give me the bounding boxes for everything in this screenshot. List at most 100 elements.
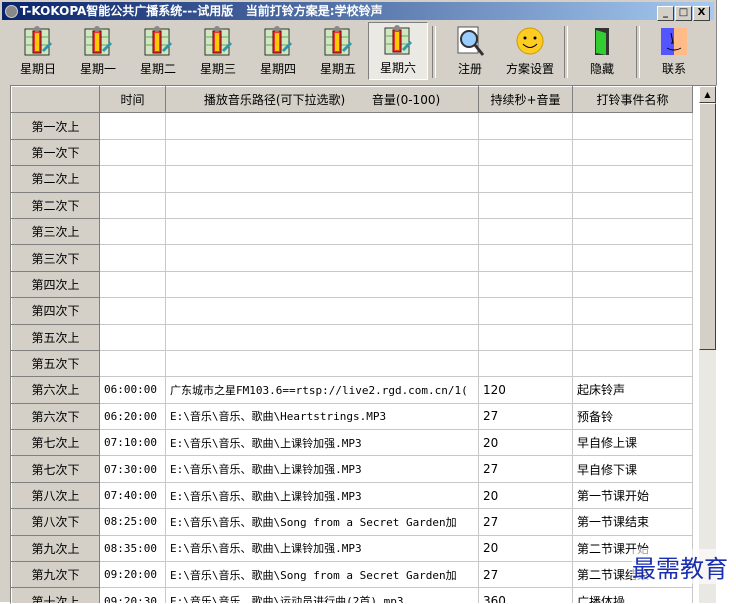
time-cell[interactable] [99, 112, 166, 140]
volume-cell[interactable]: 20 [478, 534, 573, 563]
time-cell[interactable]: 08:35:00 [99, 534, 166, 563]
volume-cell[interactable]: 27 [478, 402, 573, 431]
event-name-cell[interactable] [572, 244, 693, 272]
volume-cell[interactable] [478, 112, 573, 140]
toolbar-button-9[interactable]: 隐藏 [572, 22, 632, 80]
time-cell[interactable]: 06:20:00 [99, 402, 166, 431]
time-cell[interactable]: 06:00:00 [99, 376, 166, 404]
toolbar-button-4[interactable]: 星期四 [248, 22, 308, 80]
toolbar-button-label: 星期四 [259, 62, 296, 76]
scroll-up-button[interactable]: ▲ [699, 86, 716, 103]
volume-cell[interactable]: 27 [478, 455, 573, 483]
path-cell[interactable]: E:\音乐\音乐、歌曲\Heartstrings.MP3 [165, 402, 479, 431]
event-name-cell[interactable]: 早自修上课 [572, 429, 693, 457]
path-cell[interactable] [165, 270, 479, 299]
event-name-cell[interactable] [572, 270, 693, 299]
volume-cell[interactable] [478, 191, 573, 219]
time-cell[interactable]: 08:25:00 [99, 508, 166, 536]
event-name-cell[interactable] [572, 323, 693, 351]
column-header[interactable] [11, 86, 100, 114]
path-cell[interactable] [165, 165, 479, 193]
path-cell[interactable] [165, 138, 479, 167]
toolbar-separator [432, 26, 436, 78]
time-cell[interactable]: 07:40:00 [99, 481, 166, 510]
event-name-cell[interactable] [572, 217, 693, 246]
event-name-cell[interactable]: 起床铃声 [572, 376, 693, 404]
event-name-cell[interactable] [572, 349, 693, 378]
volume-cell[interactable] [478, 323, 573, 351]
time-cell[interactable] [99, 217, 166, 246]
event-name-cell[interactable] [572, 165, 693, 193]
path-cell[interactable]: E:\音乐\音乐、歌曲\上课铃加强.MP3 [165, 429, 479, 457]
time-cell[interactable] [99, 349, 166, 378]
volume-cell[interactable] [478, 217, 573, 246]
toolbar-button-1[interactable]: 星期一 [68, 22, 128, 80]
table-row: 第八次下 08:25:00 E:\音乐\音乐、歌曲\Song from a Secr… [11, 508, 693, 536]
toolbar-button-6[interactable]: 星期六 [368, 22, 428, 80]
time-cell[interactable]: 07:30:00 [99, 455, 166, 483]
vertical-scrollbar[interactable]: ▲ [699, 86, 716, 603]
column-header[interactable]: 持续秒+音量 [478, 86, 573, 114]
toolbar-button-0[interactable]: 星期日 [8, 22, 68, 80]
path-cell[interactable] [165, 323, 479, 351]
toolbar-button-2[interactable]: 星期二 [128, 22, 188, 80]
time-cell[interactable]: 07:10:00 [99, 429, 166, 457]
volume-cell[interactable]: 20 [478, 481, 573, 510]
time-cell[interactable] [99, 138, 166, 167]
path-cell[interactable]: 广东城市之星FM103.6==rtsp://live2.rgd.com.cn/1… [165, 376, 479, 404]
path-cell[interactable]: E:\音乐\音乐、歌曲\Song from a Secret Garden加 [165, 508, 479, 536]
volume-cell[interactable]: 27 [478, 561, 573, 589]
volume-cell[interactable] [478, 138, 573, 167]
path-cell[interactable] [165, 191, 479, 219]
volume-cell[interactable] [478, 297, 573, 325]
toolbar-button-7[interactable]: 注册 [440, 22, 500, 80]
time-cell[interactable] [99, 297, 166, 325]
event-name-cell[interactable] [572, 138, 693, 167]
event-name-cell[interactable] [572, 191, 693, 219]
table-row: 第七次上 07:10:00 E:\音乐\音乐、歌曲\上课铃加强.MP3 20 早自修上课 [11, 429, 693, 457]
path-cell[interactable]: E:\音乐\音乐、歌曲\上课铃加强.MP3 [165, 481, 479, 510]
event-name-cell[interactable]: 预备铃 [572, 402, 693, 431]
event-name-cell[interactable] [572, 112, 693, 140]
event-name-cell[interactable]: 第一节课开始 [572, 481, 693, 510]
volume-cell[interactable]: 120 [478, 376, 573, 404]
schedule-grid: 时间 播放音乐路径(可下拉选歌) 音量(0-100) 持续秒+音量 打铃事件名称 第一… [10, 85, 717, 604]
path-cell[interactable] [165, 112, 479, 140]
column-header[interactable]: 时间 [99, 86, 166, 114]
column-header[interactable]: 播放音乐路径(可下拉选歌) 音量(0-100) [165, 86, 479, 114]
minimize-button[interactable]: _ [657, 6, 674, 21]
path-cell[interactable] [165, 217, 479, 246]
toolbar-button-8[interactable]: 方案设置 [500, 22, 560, 80]
volume-cell[interactable]: 27 [478, 508, 573, 536]
scroll-thumb[interactable] [699, 103, 716, 350]
path-cell[interactable]: E:\音乐\音乐、歌曲\Song from a Secret Garden加 [165, 561, 479, 589]
toolbar-button-3[interactable]: 星期三 [188, 22, 248, 80]
column-header[interactable]: 打铃事件名称 [572, 86, 693, 114]
time-cell[interactable] [99, 270, 166, 299]
event-name-cell[interactable]: 第一节课结束 [572, 508, 693, 536]
path-cell[interactable]: E:\音乐\音乐、歌曲\上课铃加强.MP3 [165, 534, 479, 563]
path-cell[interactable] [165, 349, 479, 378]
time-cell[interactable] [99, 323, 166, 351]
row-header: 第二次上 [11, 165, 100, 193]
volume-cell[interactable] [478, 244, 573, 272]
event-name-cell[interactable] [572, 297, 693, 325]
path-cell[interactable] [165, 244, 479, 272]
volume-cell[interactable]: 20 [478, 429, 573, 457]
toolbar-button-10[interactable]: 联系 [644, 22, 704, 80]
time-cell[interactable] [99, 244, 166, 272]
maximize-button[interactable]: □ [675, 6, 692, 21]
volume-cell[interactable] [478, 270, 573, 299]
time-cell[interactable] [99, 165, 166, 193]
toolbar-button-label: 隐藏 [589, 62, 614, 76]
path-cell[interactable] [165, 297, 479, 325]
close-button[interactable]: X [693, 6, 710, 21]
volume-cell[interactable] [478, 349, 573, 378]
time-cell[interactable]: 09:20:00 [99, 561, 166, 589]
event-name-cell[interactable]: 早自修下课 [572, 455, 693, 483]
volume-cell[interactable] [478, 165, 573, 193]
toolbar-button-5[interactable]: 星期五 [308, 22, 368, 80]
path-cell[interactable]: E:\音乐\音乐、歌曲\上课铃加强.MP3 [165, 455, 479, 483]
time-cell[interactable] [99, 191, 166, 219]
toolbar-button-label: 星期一 [79, 62, 116, 76]
